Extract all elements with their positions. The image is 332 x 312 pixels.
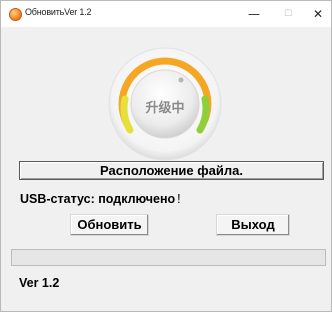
progress-bar xyxy=(11,249,326,266)
app-icon xyxy=(9,8,22,21)
dial-status-label: 升级中 xyxy=(145,101,185,116)
dial-indicator-dot xyxy=(178,77,184,83)
version-label: Ver 1.2 xyxy=(19,276,60,290)
file-location-field[interactable]: Расположение файла. xyxy=(19,161,324,180)
app-window: ОбновитьVer 1.2 — ☐ ✕ 升级中 Расположение ф… xyxy=(0,0,332,312)
minimize-button[interactable]: — xyxy=(239,3,269,25)
usb-status: USB-статус: подключено! xyxy=(20,192,181,206)
usb-status-text: USB-статус: подключено xyxy=(20,192,176,206)
title-bar[interactable]: ОбновитьVer 1.2 — ☐ ✕ xyxy=(1,1,331,27)
close-button[interactable]: ✕ xyxy=(303,3,332,25)
window-title: ОбновитьVer 1.2 xyxy=(25,7,92,17)
maximize-button[interactable]: ☐ xyxy=(273,3,303,25)
upgrade-dial: 升级中 xyxy=(101,45,229,163)
update-button[interactable]: Обновить xyxy=(70,214,149,236)
usb-status-mark: ! xyxy=(177,192,181,206)
exit-button[interactable]: Выход xyxy=(216,214,290,236)
